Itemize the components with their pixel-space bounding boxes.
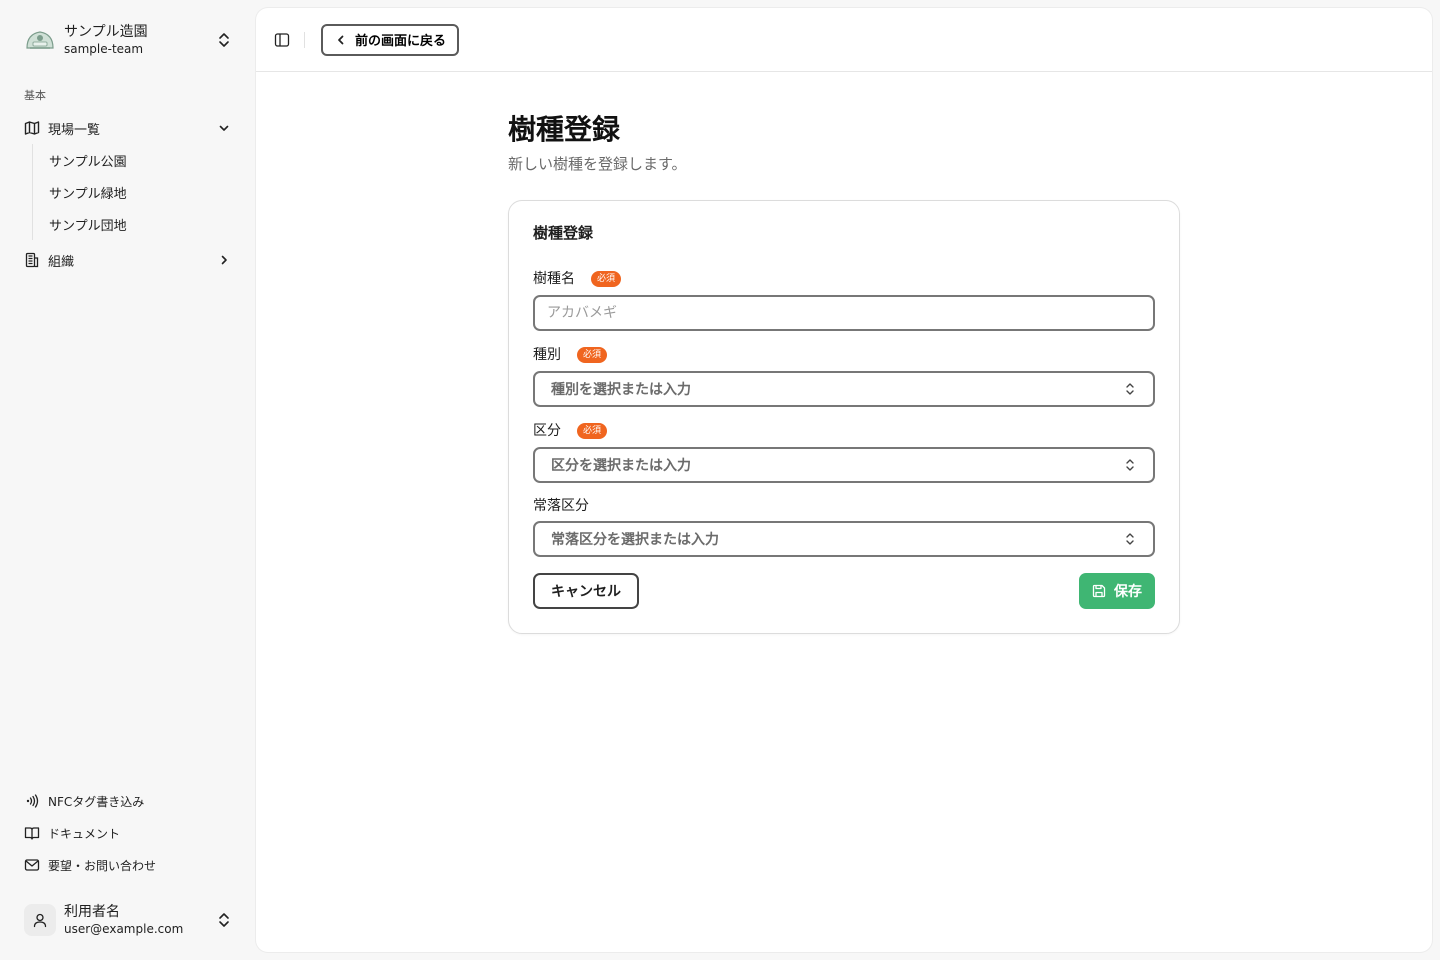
species-form-card: 樹種登録 樹種名 必須 種別 必須 種別を選択または入力 区分 必須 区分を選択… bbox=[508, 200, 1180, 634]
chevrons-up-down-icon bbox=[216, 912, 232, 928]
save-button[interactable]: 保存 bbox=[1079, 573, 1155, 609]
sidebar-item-sites[interactable]: 現場一覧 bbox=[16, 112, 240, 144]
species-name-label: 樹種名 必須 bbox=[533, 269, 622, 289]
select-placeholder: 区分を選択または入力 bbox=[551, 458, 691, 474]
sidebar-footer-nfc[interactable]: NFCタグ書き込み bbox=[16, 787, 240, 815]
evergreen-label: 常落区分 bbox=[533, 496, 589, 516]
sidebar-subitem-estate[interactable]: サンプル団地 bbox=[33, 208, 232, 240]
user-icon bbox=[33, 913, 47, 928]
sidebar-footer-label: 要望・お問い合わせ bbox=[48, 858, 157, 873]
divider bbox=[304, 31, 305, 48]
avatar bbox=[24, 904, 56, 936]
main-panel: 前の画面に戻る 樹種登録 新しい樹種を登録します。 樹種登録 樹種名 必須 種別… bbox=[256, 8, 1432, 952]
team-name: サンプル造園 bbox=[64, 24, 148, 40]
back-button[interactable]: 前の画面に戻る bbox=[321, 23, 460, 56]
field-label-text: 種別 bbox=[533, 347, 561, 363]
card-title: 樹種登録 bbox=[533, 224, 594, 242]
sidebar-footer-label: NFCタグ書き込み bbox=[48, 794, 145, 809]
save-icon bbox=[1092, 583, 1108, 599]
mail-icon bbox=[24, 857, 40, 873]
evergreen-select[interactable]: 常落区分を選択または入力 bbox=[533, 521, 1155, 557]
sidebar-toggle-icon[interactable] bbox=[272, 30, 292, 50]
sidebar-subitem-green[interactable]: サンプル緑地 bbox=[33, 176, 232, 208]
category-label: 区分 必須 bbox=[533, 421, 608, 441]
select-placeholder: 種別を選択または入力 bbox=[551, 382, 691, 398]
sidebar-item-label: 組織 bbox=[48, 254, 75, 270]
sidebar: サンプル造園 sample-team 基本 現場一覧 サンプル公園 サンプル緑地… bbox=[0, 0, 256, 960]
sidebar-footer-contact[interactable]: 要望・お問い合わせ bbox=[16, 851, 240, 879]
chevron-down-icon bbox=[216, 120, 232, 136]
sidebar-footer-docs[interactable]: ドキュメント bbox=[16, 819, 240, 847]
required-badge: 必須 bbox=[577, 347, 608, 363]
sidebar-footer-label: ドキュメント bbox=[48, 826, 121, 841]
user-switcher[interactable]: 利用者名 user@example.com bbox=[16, 896, 240, 944]
field-label-text: 常落区分 bbox=[533, 498, 589, 514]
team-switcher[interactable]: サンプル造園 sample-team bbox=[16, 16, 240, 64]
page-subtitle: 新しい樹種を登録します。 bbox=[508, 155, 687, 173]
chevrons-up-down-icon bbox=[1123, 532, 1137, 546]
save-button-label: 保存 bbox=[1114, 584, 1142, 600]
team-slug: sample-team bbox=[64, 42, 144, 56]
required-badge: 必須 bbox=[577, 423, 608, 439]
page-title: 樹種登録 bbox=[508, 113, 621, 146]
sidebar-group-label: 基本 bbox=[24, 89, 46, 102]
book-icon bbox=[24, 825, 40, 841]
field-label-text: 区分 bbox=[533, 423, 561, 439]
type-select[interactable]: 種別を選択または入力 bbox=[533, 371, 1155, 407]
field-label-text: 樹種名 bbox=[533, 271, 575, 287]
chevrons-up-down-icon bbox=[1123, 382, 1137, 396]
chevrons-up-down-icon bbox=[216, 32, 232, 48]
chevrons-up-down-icon bbox=[1123, 458, 1137, 472]
sidebar-subitem-park[interactable]: サンプル公園 bbox=[33, 144, 232, 176]
sites-sublist: サンプル公園 サンプル緑地 サンプル団地 bbox=[32, 144, 232, 240]
required-badge: 必須 bbox=[591, 271, 622, 287]
garden-logo-icon bbox=[24, 24, 56, 56]
topbar: 前の画面に戻る bbox=[256, 8, 1432, 72]
type-label: 種別 必須 bbox=[533, 345, 608, 365]
back-button-label: 前の画面に戻る bbox=[355, 34, 447, 49]
nfc-icon bbox=[24, 793, 40, 809]
cancel-button[interactable]: キャンセル bbox=[533, 573, 639, 609]
select-placeholder: 常落区分を選択または入力 bbox=[551, 532, 719, 548]
building-icon bbox=[24, 252, 40, 268]
user-email: user@example.com bbox=[64, 922, 184, 936]
chevron-right-icon bbox=[216, 252, 232, 268]
chevron-left-icon bbox=[335, 33, 349, 47]
species-name-input[interactable] bbox=[533, 295, 1155, 331]
map-icon bbox=[24, 120, 40, 136]
user-name: 利用者名 bbox=[64, 904, 120, 920]
sidebar-item-label: 現場一覧 bbox=[48, 122, 101, 138]
sidebar-item-organization[interactable]: 組織 bbox=[16, 244, 240, 276]
category-select[interactable]: 区分を選択または入力 bbox=[533, 447, 1155, 483]
